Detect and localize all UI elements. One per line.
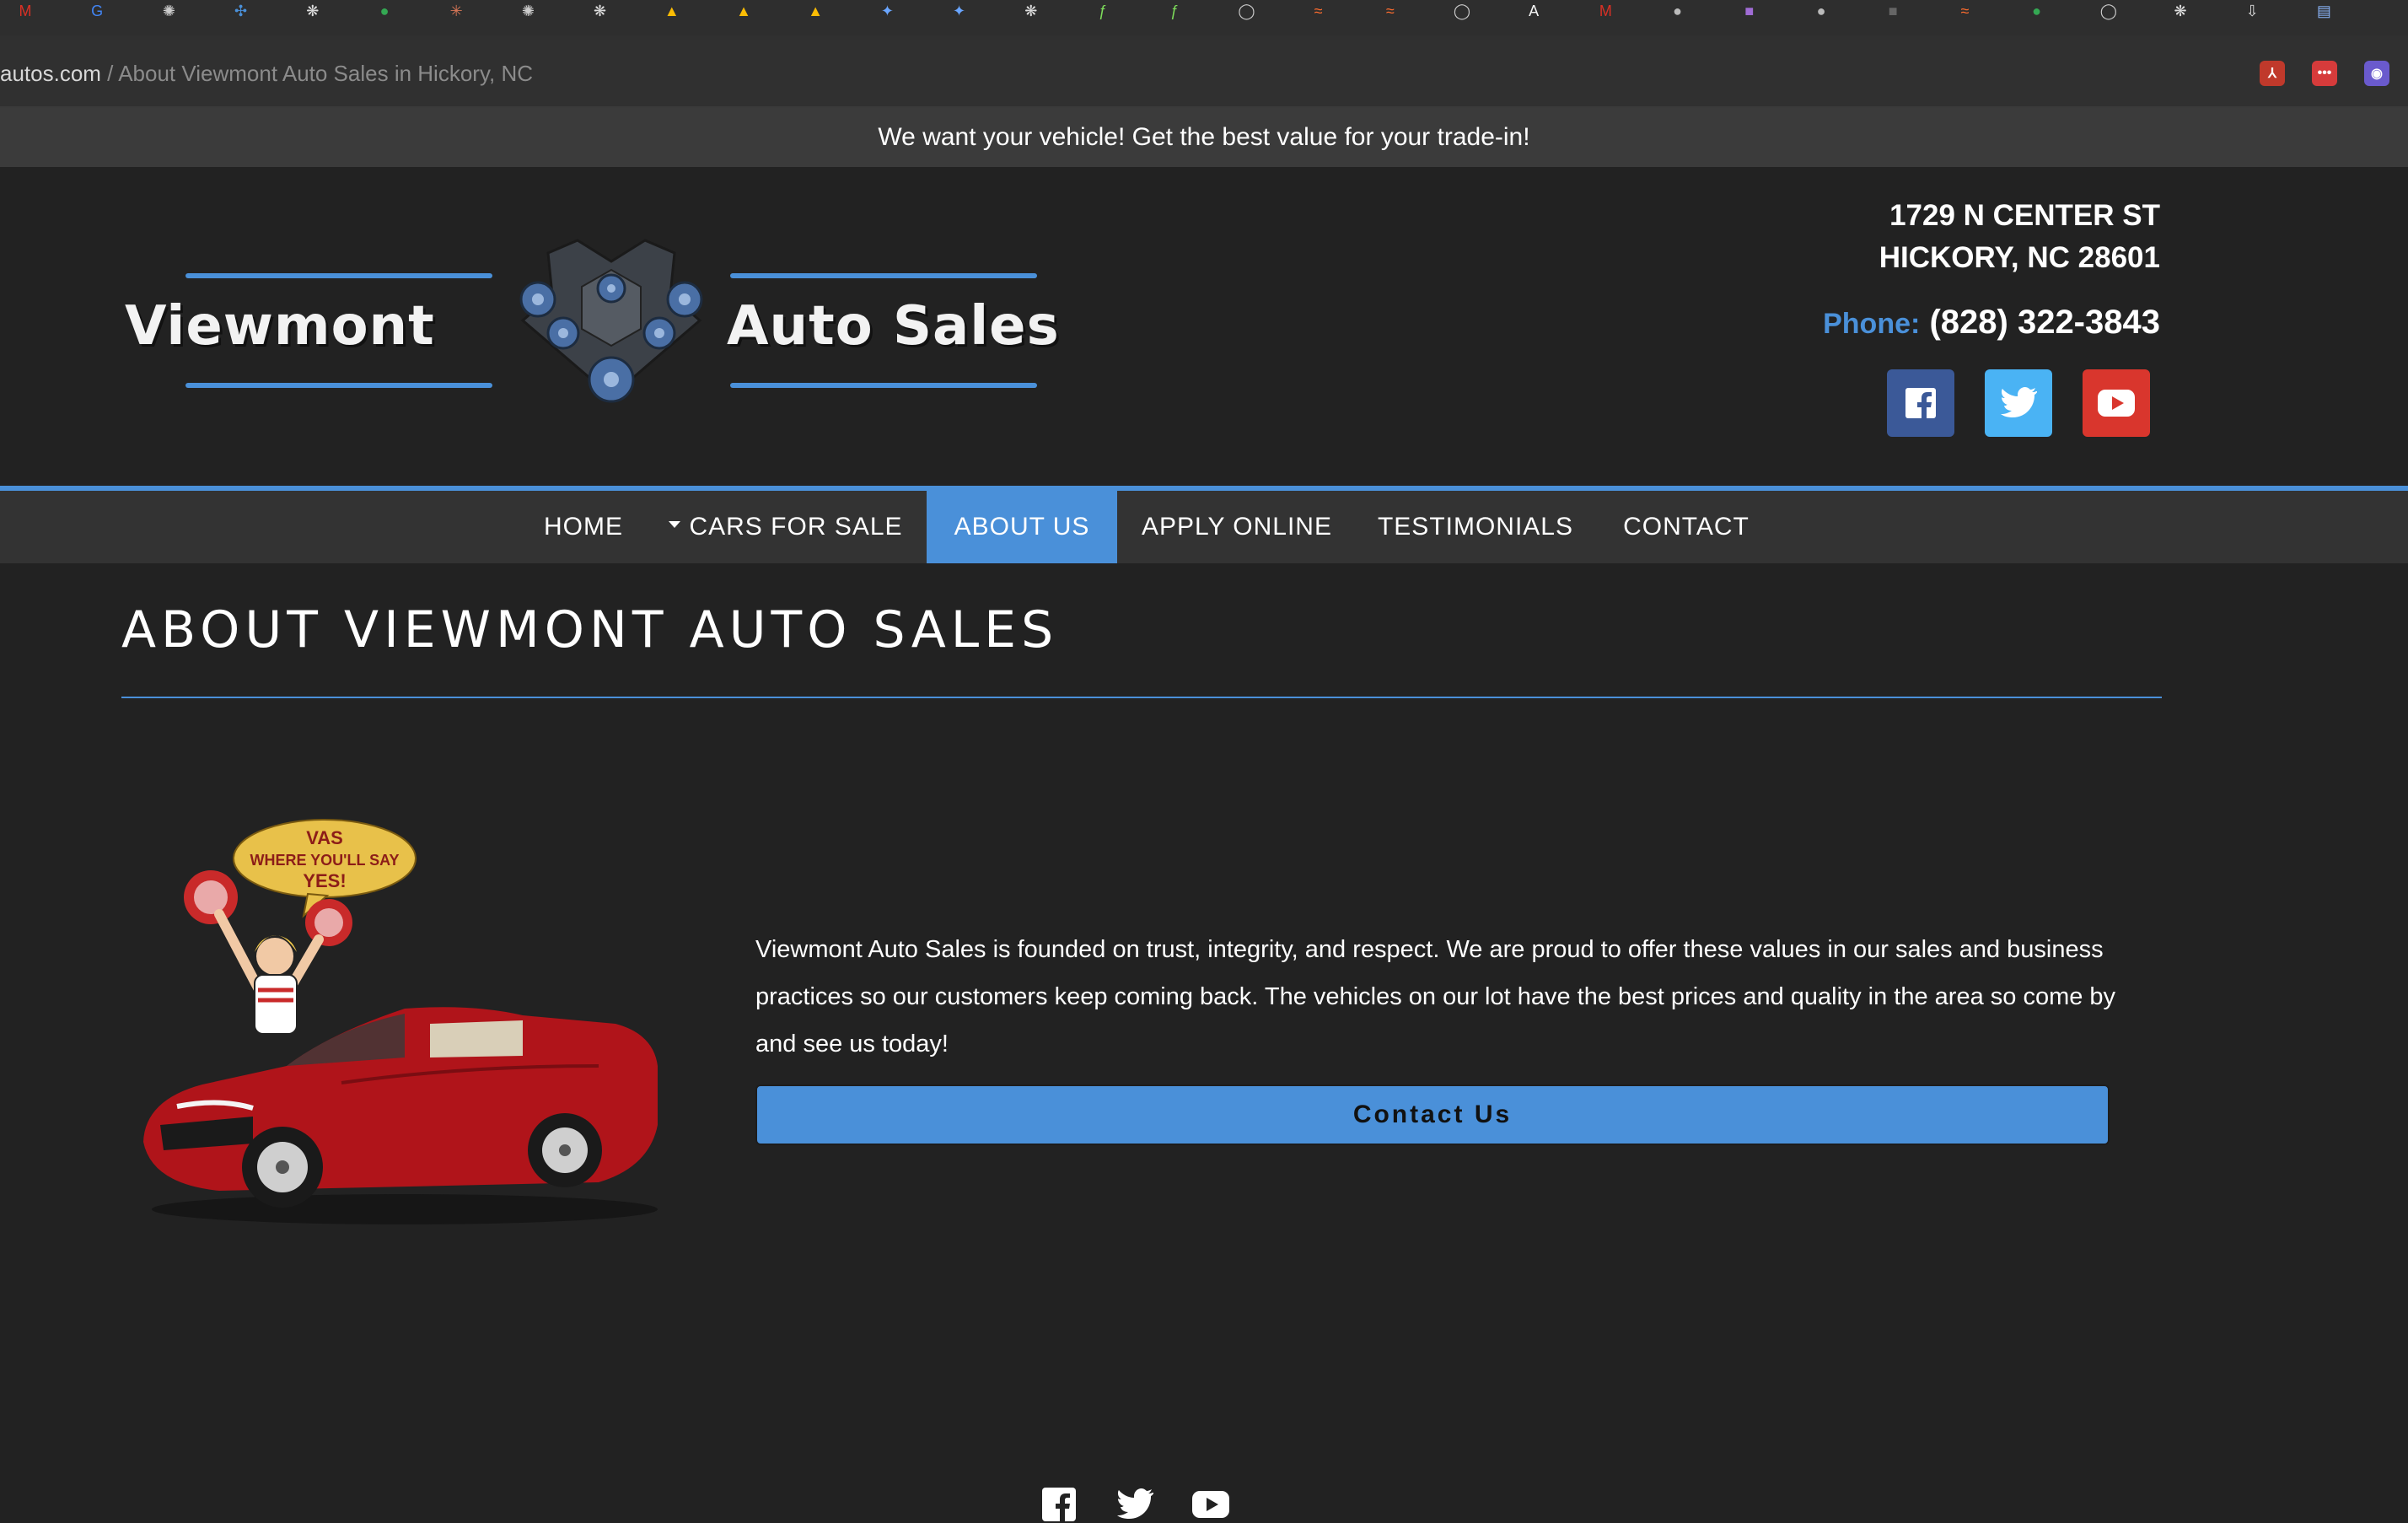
nav-home-label: HOME [544, 513, 623, 541]
maps-pin-icon[interactable]: ● [373, 2, 396, 20]
twitter-button[interactable] [1985, 369, 2052, 437]
nav-about-us[interactable]: ABOUT US [927, 491, 1117, 563]
nav-testimonials[interactable]: TESTIMONIALS [1373, 491, 1578, 563]
nav-apply-online[interactable]: APPLY ONLINE [1134, 491, 1340, 563]
nav-cars-label: CARS FOR SALE [689, 513, 903, 541]
make-icon[interactable]: ≈ [1307, 2, 1330, 20]
contact-us-button[interactable]: Contact Us [755, 1084, 2110, 1145]
site-logo[interactable]: Viewmont Auto Sales [0, 167, 1147, 486]
facebook-button[interactable] [1887, 369, 1954, 437]
perplexity-icon[interactable]: ❋ [1019, 2, 1043, 20]
openai-icon[interactable]: ✺ [157, 2, 180, 20]
chat-bubble-icon[interactable]: ◯ [1450, 2, 1474, 20]
more-icon[interactable]: ••• [2312, 61, 2337, 86]
gmail-icon[interactable]: M [1594, 2, 1617, 20]
robot-icon[interactable]: ◉ [2364, 61, 2389, 86]
cheerleader-car-illustration: VAS WHERE YOU'LL SAY YES! [143, 819, 658, 1224]
pdf-icon[interactable]: ⅄ [2260, 61, 2285, 86]
twitter-icon [2001, 387, 2037, 417]
page-title: ABOUT VIEWMONT AUTO SALES [121, 600, 1059, 659]
about-paragraph: Viewmont Auto Sales is founded on trust,… [755, 936, 2116, 1057]
square-icon[interactable]: ■ [1881, 2, 1905, 20]
bubble-line-3: YES! [303, 870, 346, 891]
drive-icon[interactable]: ▲ [732, 2, 755, 20]
gemini-icon[interactable]: ✦ [875, 2, 899, 20]
feather-icon[interactable]: ƒ [1091, 2, 1115, 20]
footer-twitter-icon[interactable] [1116, 1486, 1153, 1523]
app-icon[interactable]: ■ [1738, 2, 1761, 20]
nav-testimonials-label: TESTIMONIALS [1377, 513, 1574, 541]
logo-line [185, 383, 492, 388]
gmail-icon[interactable]: M [13, 2, 37, 20]
download-icon[interactable]: ⇩ [2240, 2, 2264, 20]
address-line-1: 1729 N CENTER ST [1889, 199, 2160, 232]
phone-row: Phone: (828) 322-3843 [1823, 304, 2160, 342]
url-separator: / [100, 61, 119, 86]
red-convertible-car [143, 1007, 658, 1224]
youtube-button[interactable] [2083, 369, 2150, 437]
nav-contact-label: CONTACT [1623, 513, 1750, 541]
bubble-line-2: WHERE YOU'LL SAY [250, 852, 400, 869]
blob-icon[interactable]: ● [1809, 2, 1833, 20]
logo-line [730, 383, 1037, 388]
claude-icon[interactable]: ✳ [444, 2, 468, 20]
url-host: autos.com [0, 61, 101, 86]
bubble-line-1: VAS [306, 827, 343, 848]
docs-icon[interactable]: ▤ [2312, 2, 2335, 20]
footer-youtube-icon[interactable] [1192, 1486, 1229, 1523]
nav-home[interactable]: HOME [523, 491, 644, 563]
nav-about-label: ABOUT US [954, 513, 1090, 541]
logo-line [730, 273, 1037, 278]
make-icon[interactable]: ≈ [1953, 2, 1976, 20]
facebook-icon [1905, 388, 1936, 420]
phone-label: Phone: [1823, 308, 1921, 340]
youtube-icon [2098, 390, 2135, 417]
chat-bubble-icon[interactable]: ◯ [2097, 2, 2120, 20]
blob-icon[interactable]: ● [1666, 2, 1690, 20]
perplexity-icon[interactable]: ❋ [2169, 2, 2192, 20]
drive-icon[interactable]: ▲ [804, 2, 827, 20]
nav-contact[interactable]: CONTACT [1610, 491, 1762, 563]
nav-cars-for-sale[interactable]: CARS FOR SALE [669, 491, 902, 563]
gemini-icon[interactable]: ✦ [948, 2, 971, 20]
caret-down-icon [669, 521, 681, 528]
title-divider [121, 697, 2162, 698]
feather-icon[interactable]: ƒ [1163, 2, 1186, 20]
address-line-2: HICKORY, NC 28601 [1879, 241, 2160, 274]
main-nav: HOME CARS FOR SALE ABOUT US APPLY ONLINE… [0, 486, 2408, 563]
logo-word-left: Viewmont [125, 295, 435, 358]
url-page-title: About Viewmont Auto Sales in Hickory, NC [118, 61, 534, 86]
logo-word-right: Auto Sales [727, 295, 1060, 358]
logo-line [185, 273, 492, 278]
perplexity-icon[interactable]: ❋ [589, 2, 612, 20]
footer-facebook-icon[interactable] [1040, 1486, 1078, 1523]
nav-apply-label: APPLY ONLINE [1142, 513, 1332, 541]
engine-logo-icon [519, 239, 703, 403]
openai-icon[interactable]: ✺ [516, 2, 540, 20]
perplexity-icon[interactable]: ❋ [301, 2, 325, 20]
promo-banner[interactable]: We want your vehicle! Get the best value… [0, 108, 2408, 167]
drive-icon[interactable]: ▲ [660, 2, 684, 20]
bookmarks-bar: M G ✺ ✣ ❋ ● ✳ ✺ ❋ ▲ ▲ ▲ ✦ ✦ ❋ ƒ ƒ ◯ ≈ ≈ ◯ A M ● ■ ● ■ ≈ ● ◯ ❋ ⇩ ▤ [0, 0, 2408, 35]
anthropic-icon[interactable]: A [1522, 2, 1545, 20]
maps-pin-icon[interactable]: ● [2025, 2, 2049, 20]
chat-bubble-icon[interactable]: ◯ [1234, 2, 1258, 20]
pinwheel-icon[interactable]: ✣ [229, 2, 253, 20]
url-text[interactable]: autos.com / About Viewmont Auto Sales in… [0, 61, 533, 87]
phone-number[interactable]: (828) 322-3843 [1929, 304, 2160, 341]
google-icon[interactable]: G [85, 2, 109, 20]
make-icon[interactable]: ≈ [1379, 2, 1402, 20]
